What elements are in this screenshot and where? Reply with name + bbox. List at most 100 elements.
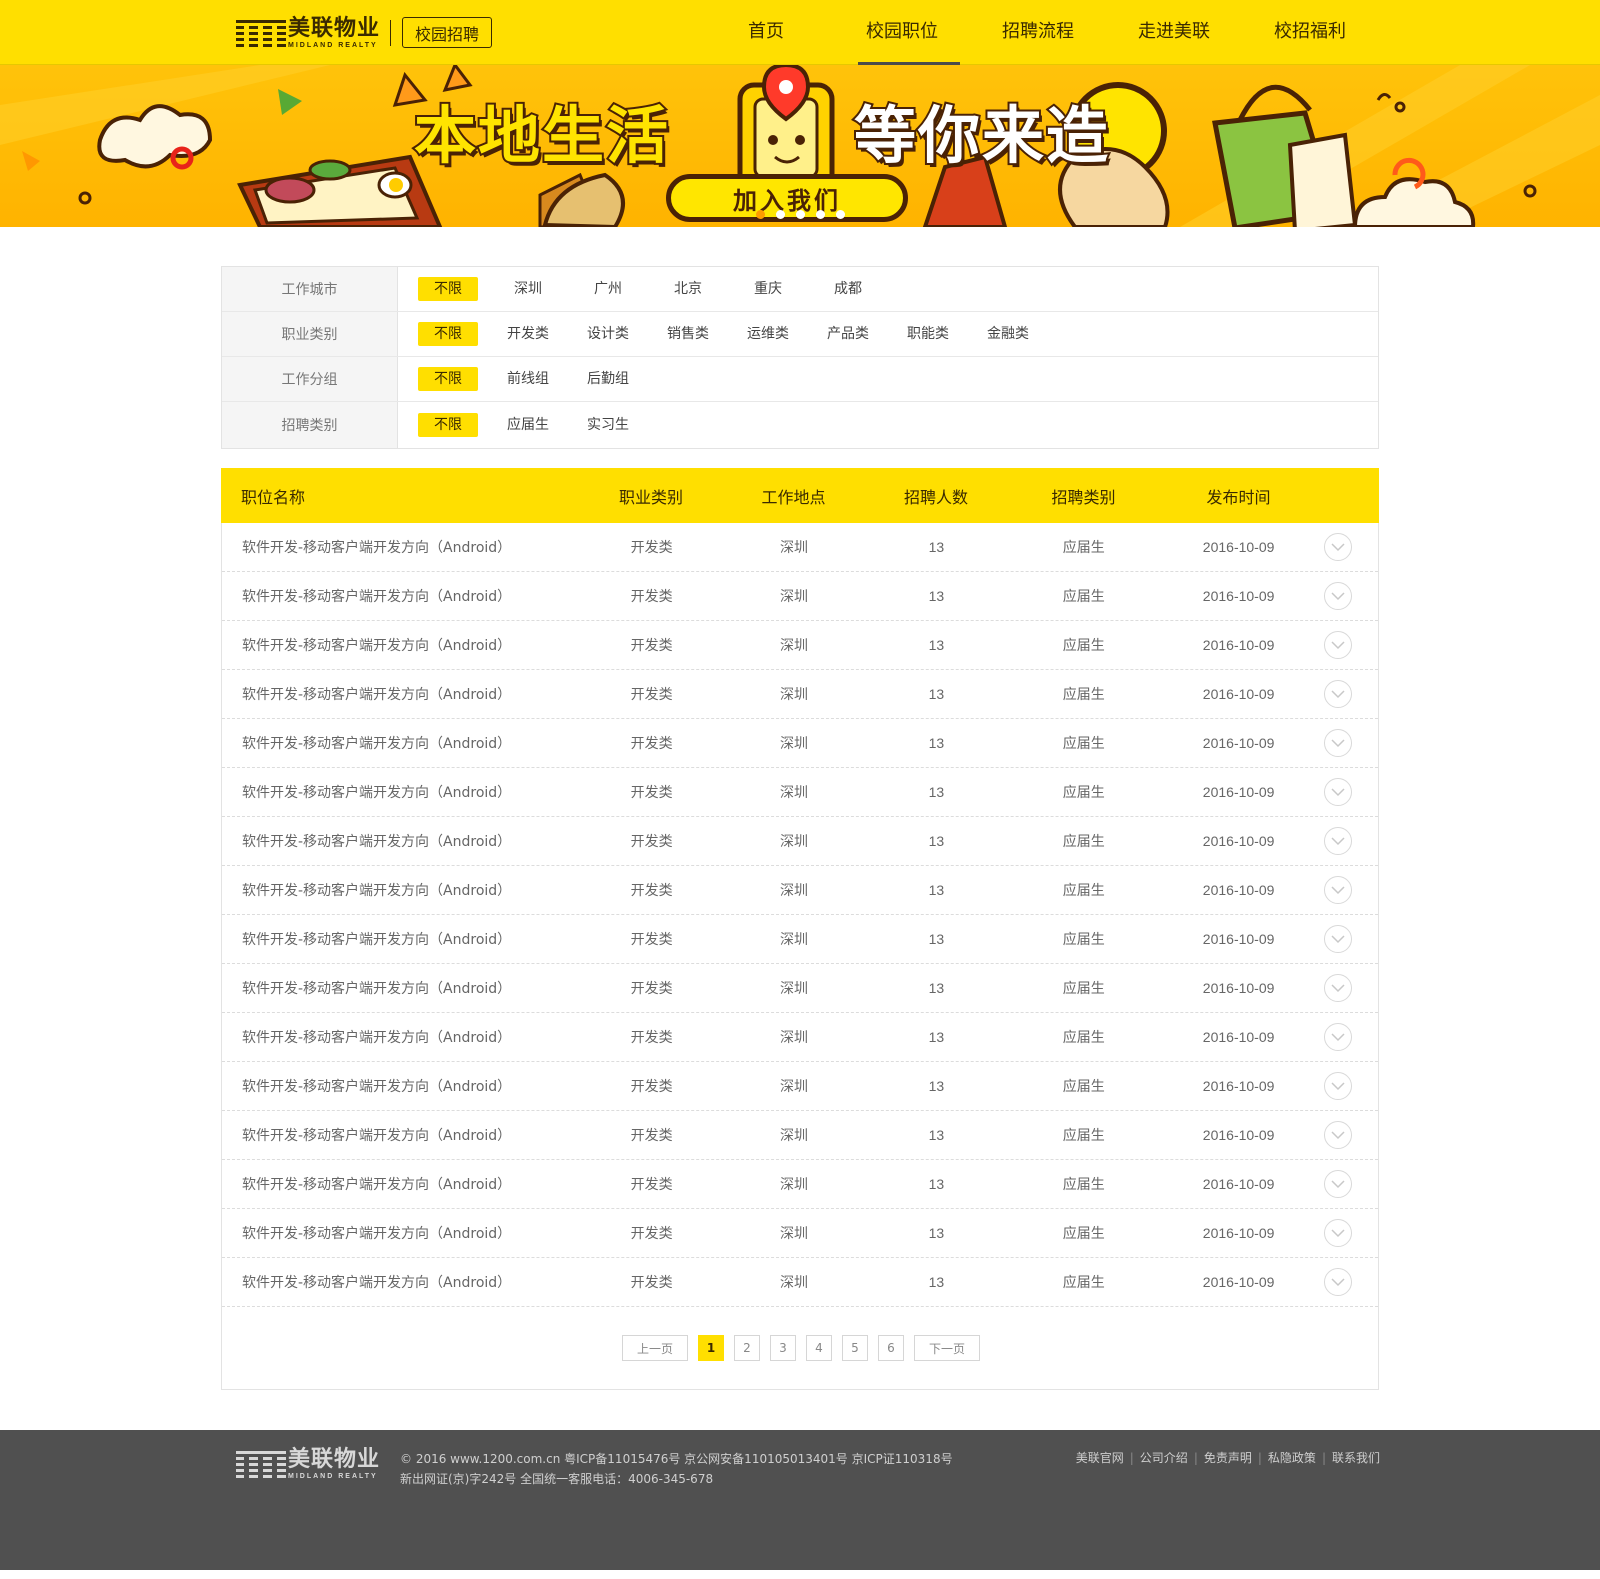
footer-link[interactable]: 美联官网 [1076,1449,1124,1466]
slider-dot[interactable] [776,210,785,219]
next-page-button[interactable]: 下一页 [914,1335,980,1361]
nav-item-4[interactable]: 校招福利 [1242,0,1378,65]
expand-chevron-icon[interactable] [1324,1170,1353,1198]
table-row[interactable]: 软件开发-移动客户端开发方向（Android） 开发类 深圳 13 应届生 2016-10… [222,572,1378,621]
job-filter-panel: 工作城市 不限 深圳 广州 北京 重庆 成都 职业类别 不限 开发类 设计类 销售类 运维类 产品类 职能类… [221,266,1379,449]
footer-link-divider: | [1193,1450,1198,1465]
main-nav: 首页 校园职位 招聘流程 走进美联 校招福利 [698,0,1378,66]
table-row[interactable]: 软件开发-移动客户端开发方向（Android） 开发类 深圳 13 应届生 2016-10… [222,866,1378,915]
count-cell: 13 [928,784,945,800]
job-name-cell: 软件开发-移动客户端开发方向（Android） [242,883,512,899]
filter-option[interactable]: 后勤组 [578,367,638,391]
nav-item-1[interactable]: 校园职位 [834,0,970,66]
slider-dot[interactable] [796,210,805,219]
recruit-type-cell: 应届生 [1062,883,1105,899]
filter-option[interactable]: 成都 [818,277,878,301]
prev-page-button[interactable]: 上一页 [622,1335,688,1361]
filter-option[interactable]: 运维类 [738,322,798,346]
table-row[interactable]: 软件开发-移动客户端开发方向（Android） 开发类 深圳 13 应届生 2016-10… [222,719,1378,768]
expand-chevron-icon[interactable] [1324,631,1353,659]
hero-banner[interactable]: 本地生活 等你来造 加入我们 [0,65,1600,227]
expand-chevron-icon[interactable] [1324,827,1353,855]
table-row[interactable]: 软件开发-移动客户端开发方向（Android） 开发类 深圳 13 应届生 2016-10… [222,915,1378,964]
footer-link[interactable]: 私隐政策 [1268,1449,1316,1466]
expand-chevron-icon[interactable] [1324,729,1353,757]
slider-dot[interactable] [816,210,825,219]
nav-item-2[interactable]: 招聘流程 [970,0,1106,65]
filter-option[interactable]: 设计类 [578,322,638,346]
expand-chevron-icon[interactable] [1324,1023,1353,1051]
filter-option[interactable]: 不限 [418,322,478,346]
recruit-type-cell: 应届生 [1062,589,1105,605]
filter-label: 工作分组 [222,357,398,401]
expand-chevron-icon[interactable] [1324,1219,1353,1247]
filter-option[interactable]: 广州 [578,277,638,301]
header-count: 招聘人数 [903,487,968,507]
brand-logo[interactable]: 美联物业 MIDLAND REALTY [236,17,401,49]
location-cell: 深圳 [780,589,808,605]
table-row[interactable]: 软件开发-移动客户端开发方向（Android） 开发类 深圳 13 应届生 2016-10… [222,523,1378,572]
table-row[interactable]: 软件开发-移动客户端开发方向（Android） 开发类 深圳 13 应届生 2016-10… [222,964,1378,1013]
job-name-cell: 软件开发-移动客户端开发方向（Android） [242,540,512,556]
filter-option[interactable]: 金融类 [978,322,1038,346]
table-row[interactable]: 软件开发-移动客户端开发方向（Android） 开发类 深圳 13 应届生 2016-10… [222,817,1378,866]
location-cell: 深圳 [780,1275,808,1291]
table-row[interactable]: 软件开发-移动客户端开发方向（Android） 开发类 深圳 13 应届生 2016-10… [222,621,1378,670]
page-number-button[interactable]: 4 [806,1335,832,1361]
logo-divider [390,20,392,46]
table-row[interactable]: 软件开发-移动客户端开发方向（Android） 开发类 深圳 13 应届生 2016-10… [222,1160,1378,1209]
filter-row: 职业类别 不限 开发类 设计类 销售类 运维类 产品类 职能类 金融类 [222,312,1378,357]
footer-link[interactable]: 联系我们 [1332,1449,1380,1466]
filter-options: 不限 开发类 设计类 销售类 运维类 产品类 职能类 金融类 [398,312,1038,356]
filter-option[interactable]: 深圳 [498,277,558,301]
page-number-button[interactable]: 3 [770,1335,796,1361]
expand-chevron-icon[interactable] [1324,1072,1353,1100]
filter-option[interactable]: 实习生 [578,413,638,437]
expand-chevron-icon[interactable] [1324,582,1353,610]
footer-license: 新出网证(京)字242号 全国统一客服电话：4006-345-678 [400,1472,714,1486]
expand-chevron-icon[interactable] [1324,974,1353,1002]
expand-chevron-icon[interactable] [1324,533,1353,561]
page-number-button[interactable]: 5 [842,1335,868,1361]
page-number-button[interactable]: 6 [878,1335,904,1361]
filter-option[interactable]: 不限 [418,367,478,391]
footer-logo[interactable]: 美联物业 MIDLAND REALTY [236,1448,380,1480]
table-row[interactable]: 软件开发-移动客户端开发方向（Android） 开发类 深圳 13 应届生 2016-10… [222,1258,1378,1307]
footer-link[interactable]: 公司介绍 [1140,1449,1188,1466]
expand-chevron-icon[interactable] [1324,876,1353,904]
filter-option[interactable]: 不限 [418,413,478,437]
filter-option[interactable]: 应届生 [498,413,558,437]
filter-option[interactable]: 重庆 [738,277,798,301]
count-cell: 13 [928,882,945,898]
footer-link[interactable]: 免责声明 [1204,1449,1252,1466]
filter-option[interactable]: 销售类 [658,322,718,346]
table-row[interactable]: 软件开发-移动客户端开发方向（Android） 开发类 深圳 13 应届生 2016-10… [222,1209,1378,1258]
filter-option[interactable]: 职能类 [898,322,958,346]
filter-option[interactable]: 北京 [658,277,718,301]
expand-chevron-icon[interactable] [1324,925,1353,953]
count-cell: 13 [928,1176,945,1192]
page-number-button[interactable]: 2 [734,1335,760,1361]
table-row[interactable]: 软件开发-移动客户端开发方向（Android） 开发类 深圳 13 应届生 2016-10… [222,670,1378,719]
filter-option[interactable]: 不限 [418,277,478,301]
slider-dot[interactable] [756,210,765,219]
category-cell: 开发类 [630,540,673,556]
nav-item-3[interactable]: 走进美联 [1106,0,1242,65]
table-row[interactable]: 软件开发-移动客户端开发方向（Android） 开发类 深圳 13 应届生 2016-10… [222,768,1378,817]
expand-chevron-icon[interactable] [1324,1268,1353,1296]
filter-option[interactable]: 开发类 [498,322,558,346]
page-number-button[interactable]: 1 [698,1335,724,1361]
expand-chevron-icon[interactable] [1324,1121,1353,1149]
expand-chevron-icon[interactable] [1324,778,1353,806]
table-row[interactable]: 软件开发-移动客户端开发方向（Android） 开发类 深圳 13 应届生 2016-10… [222,1062,1378,1111]
slider-dot[interactable] [836,210,845,219]
filter-option[interactable]: 产品类 [818,322,878,346]
location-cell: 深圳 [780,1030,808,1046]
filter-option[interactable]: 前线组 [498,367,558,391]
table-row[interactable]: 软件开发-移动客户端开发方向（Android） 开发类 深圳 13 应届生 2016-10… [222,1111,1378,1160]
expand-chevron-icon[interactable] [1324,680,1353,708]
header-recruit-type: 招聘类别 [1051,487,1116,507]
nav-item-0[interactable]: 首页 [698,0,834,65]
table-row[interactable]: 软件开发-移动客户端开发方向（Android） 开发类 深圳 13 应届生 2016-10… [222,1013,1378,1062]
campus-recruitment-tag[interactable]: 校园招聘 [402,17,492,48]
